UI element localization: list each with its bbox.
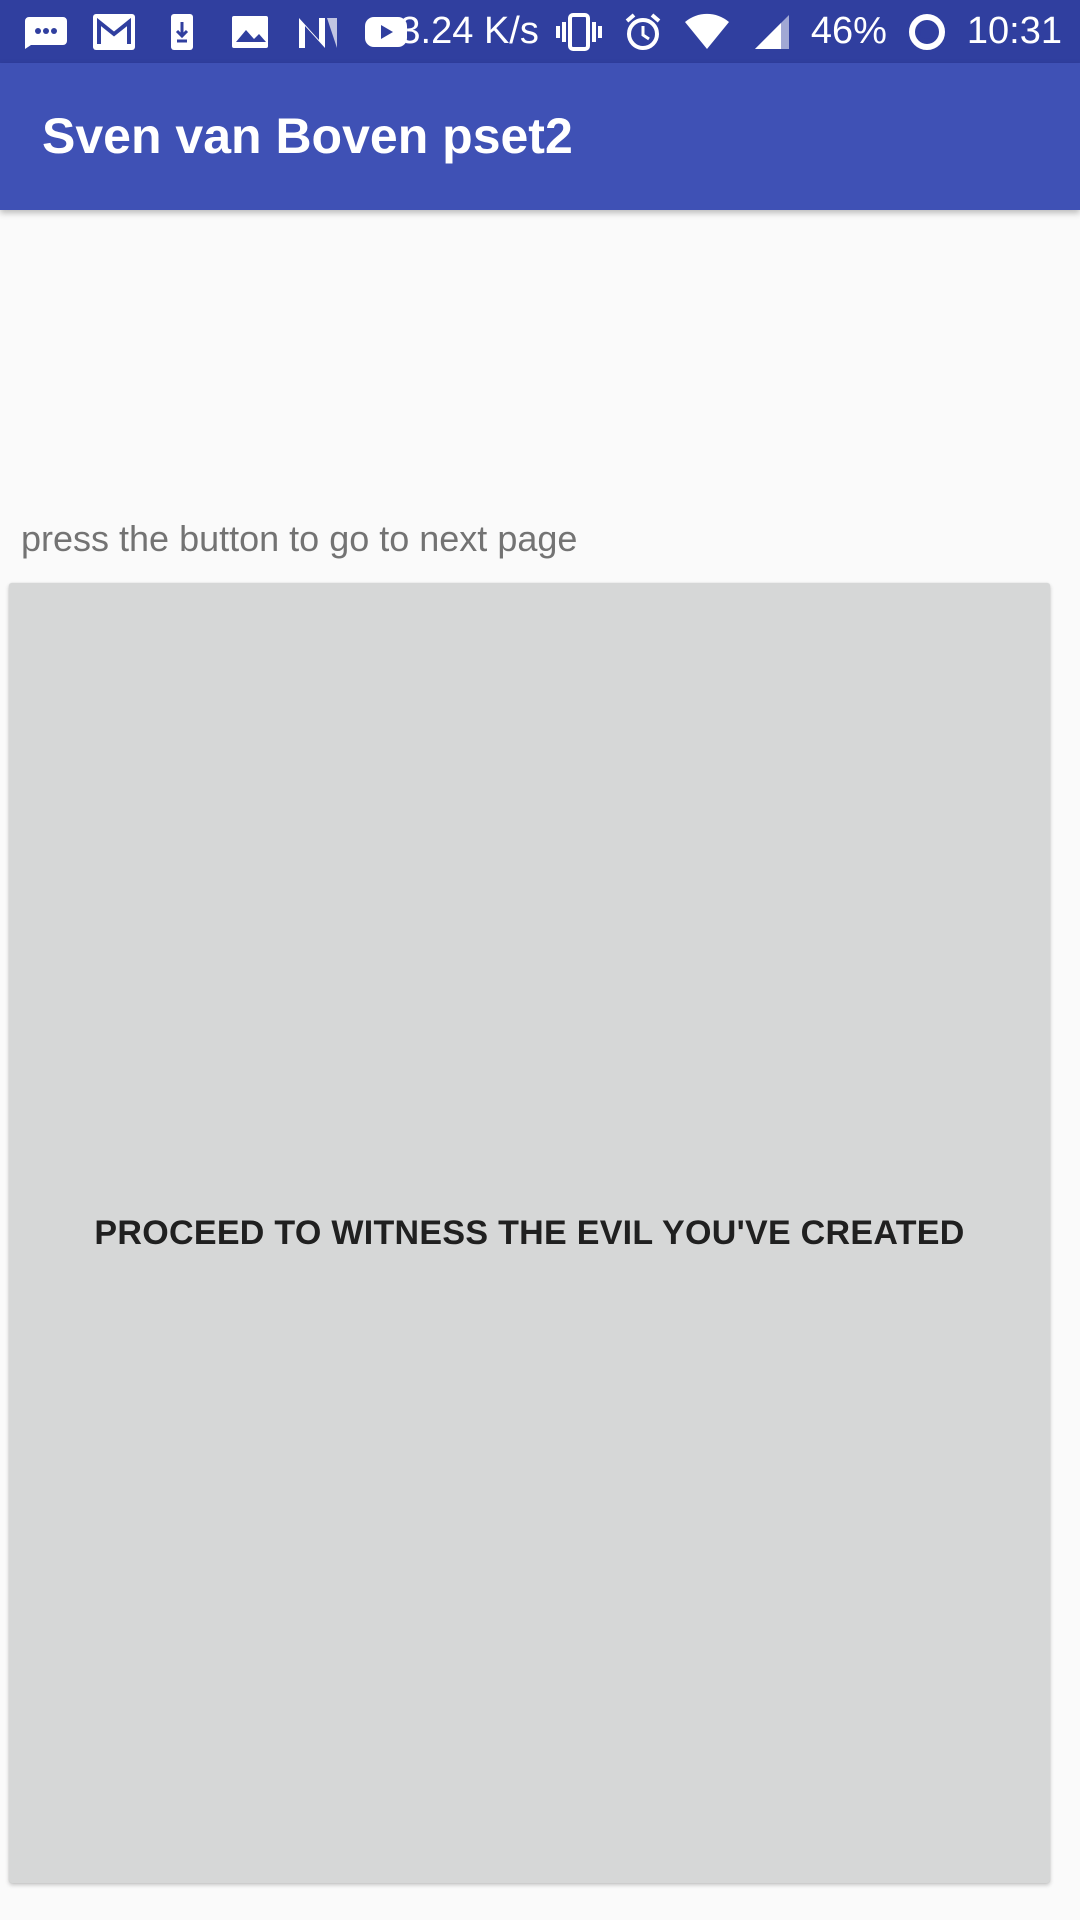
- alarm-icon: [619, 12, 667, 52]
- nova-n-icon: [294, 12, 342, 52]
- proceed-button-label: PROCEED TO WITNESS THE EVIL YOU'VE CREAT…: [94, 1213, 965, 1252]
- app-bar: Sven van Boven pset2: [0, 63, 1080, 210]
- vibrate-icon: [555, 12, 603, 52]
- gmail-icon: [90, 12, 138, 52]
- data-saver-icon: [903, 12, 951, 52]
- wifi-icon: [683, 12, 731, 52]
- battery-level: 46%: [810, 10, 887, 52]
- status-indicators: 3.24 K/s 46% 10:31: [399, 0, 1062, 63]
- signal-icon: [747, 12, 795, 52]
- network-speed: 3.24 K/s: [399, 10, 539, 52]
- status-bar: 3.24 K/s 46% 10:31: [0, 0, 1080, 63]
- image-icon: [226, 12, 274, 52]
- proceed-button[interactable]: PROCEED TO WITNESS THE EVIL YOU'VE CREAT…: [9, 583, 1050, 1883]
- instruction-text: press the button to go to next page: [21, 518, 578, 559]
- clock: 10:31: [966, 10, 1062, 52]
- app-title: Sven van Boven pset2: [42, 108, 573, 164]
- chat-bubble-icon: [22, 12, 70, 52]
- notification-icons: [22, 0, 410, 63]
- download-icon: [158, 12, 206, 52]
